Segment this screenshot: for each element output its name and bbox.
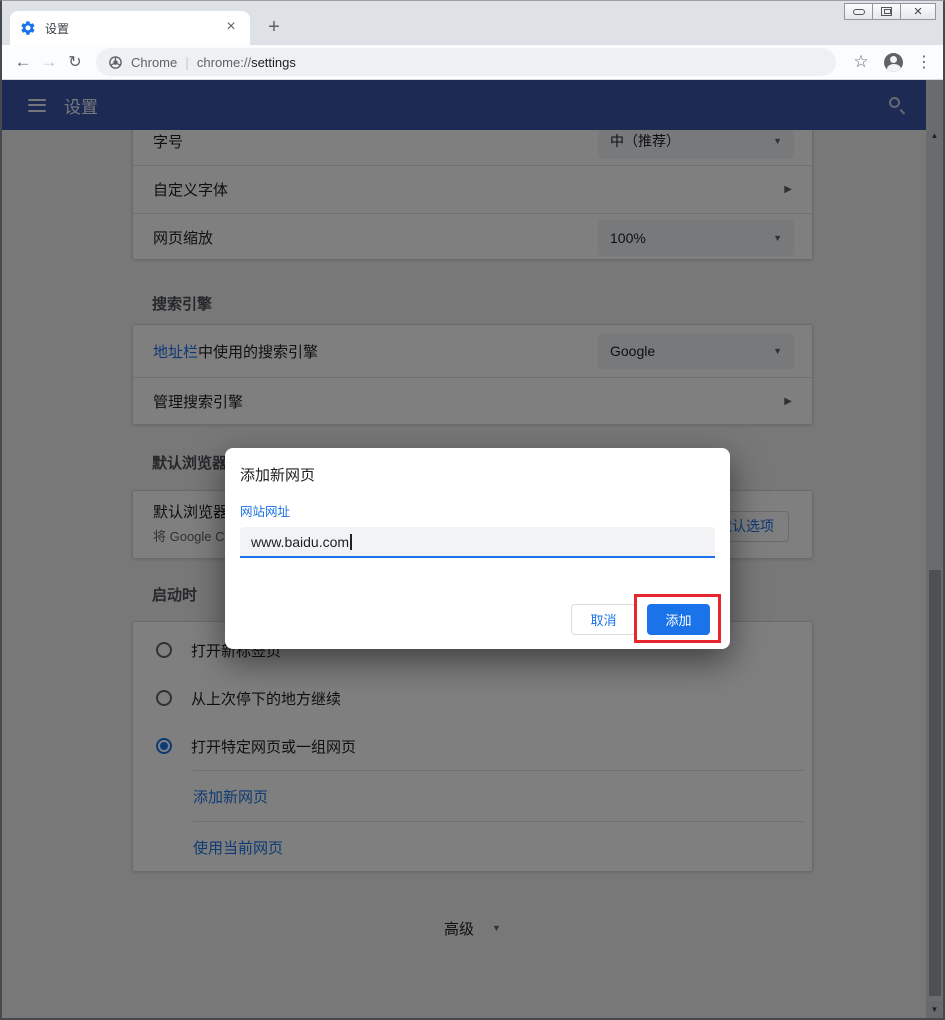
site-url-label: 网站网址	[240, 501, 715, 520]
toolbar-actions: ☆ ⋮	[848, 52, 935, 72]
url-product: Chrome	[131, 55, 177, 70]
window-close-button[interactable]: ×	[900, 3, 936, 20]
new-tab-button[interactable]: +	[260, 14, 288, 42]
browser-tab-settings[interactable]: 设置 ×	[10, 11, 250, 45]
add-new-page-dialog: 添加新网页 网站网址 www.baidu.com 取消 添加	[225, 448, 730, 649]
forward-icon: →	[36, 52, 62, 72]
url-scheme: chrome://	[197, 55, 251, 70]
window-maximize-button[interactable]	[872, 3, 901, 20]
address-bar[interactable]: Chrome | chrome://settings	[96, 48, 836, 76]
minimize-icon	[853, 9, 865, 15]
window-minimize-button[interactable]	[844, 3, 873, 20]
reload-icon[interactable]: ↻	[62, 52, 88, 72]
tab-title: 设置	[45, 20, 222, 37]
bookmark-star-icon[interactable]: ☆	[848, 52, 874, 72]
maximize-icon	[881, 7, 892, 16]
settings-gear-favicon	[20, 20, 36, 36]
menu-kebab-icon[interactable]: ⋮	[913, 52, 935, 72]
site-url-value: www.baidu.com	[251, 534, 349, 550]
settings-page: 设置 字号 中（推荐） ▼ 自定义字体 ▶ 网页缩放 100% ▼	[2, 80, 943, 1018]
tab-close-icon[interactable]: ×	[222, 19, 240, 37]
window-controls: ×	[845, 3, 936, 20]
browser-toolbar: ← → ↻ Chrome | chrome://settings ☆ ⋮	[2, 45, 943, 80]
url-path: settings	[251, 55, 296, 70]
url-separator: |	[185, 54, 189, 70]
chrome-logo-icon	[108, 55, 123, 70]
close-icon: ×	[914, 4, 923, 19]
browser-window: 设置 × + × ← → ↻ Chrome | chrome://setting…	[0, 0, 945, 1020]
site-url-input[interactable]: www.baidu.com	[240, 527, 715, 558]
dialog-title: 添加新网页	[240, 464, 715, 485]
text-cursor	[350, 534, 352, 550]
add-button[interactable]: 添加	[647, 604, 710, 635]
back-icon[interactable]: ←	[10, 52, 36, 72]
tab-strip: 设置 × + ×	[2, 1, 943, 45]
profile-avatar-icon[interactable]	[884, 53, 903, 72]
cancel-button[interactable]: 取消	[571, 604, 636, 635]
